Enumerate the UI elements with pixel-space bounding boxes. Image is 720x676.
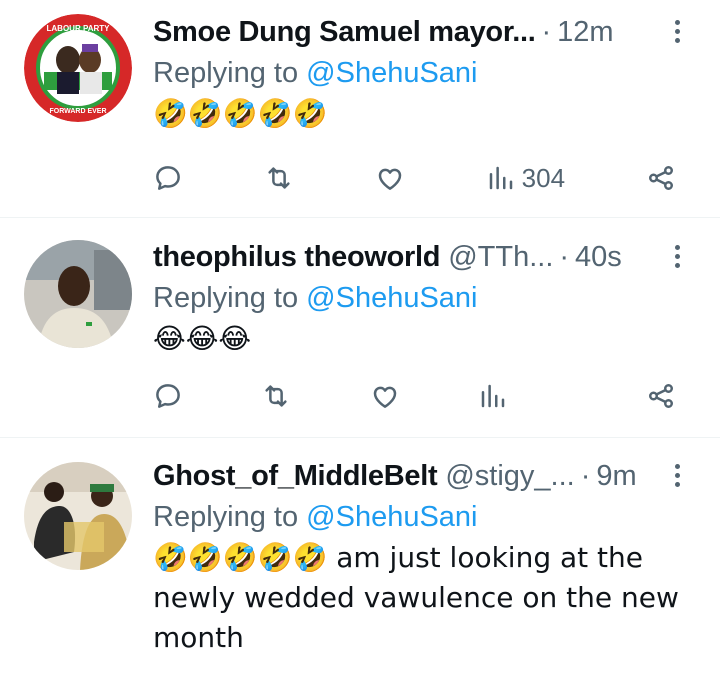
labour-party-logo-icon: LABOUR PARTY FORWARD EVER: [24, 14, 132, 122]
display-name[interactable]: Ghost_of_MiddleBelt: [153, 460, 438, 493]
heart-icon: [378, 168, 402, 190]
views-chart-icon: [489, 166, 512, 190]
action-bar: 304: [153, 158, 676, 198]
reply-content: Ghost_of_MiddleBelt @stigy_... · 9m Repl…: [153, 458, 692, 658]
heart-icon: [373, 386, 396, 408]
reply-button[interactable]: [153, 163, 183, 193]
reply-item[interactable]: LABOUR PARTY FORWARD EVER Smoe Dung Samu…: [0, 0, 720, 218]
share-icon: [648, 166, 673, 190]
mention-link[interactable]: @ShehuSani: [306, 501, 477, 533]
avatar[interactable]: [24, 240, 132, 348]
share-icon: [649, 384, 673, 408]
user-handle[interactable]: @TTh...: [448, 241, 553, 274]
reply-text: 😂😂😂: [153, 322, 252, 355]
views-chart-icon: [481, 384, 504, 408]
reply-text: 🤣🤣🤣🤣🤣: [153, 97, 328, 130]
comment-icon: [156, 384, 180, 408]
action-bar: [153, 376, 676, 416]
comment-icon: [156, 166, 180, 190]
avatar[interactable]: LABOUR PARTY FORWARD EVER: [24, 14, 132, 122]
reply-button[interactable]: [153, 381, 183, 411]
reply-header: Ghost_of_MiddleBelt @stigy_... · 9m: [153, 458, 692, 494]
separator-dot: ·: [541, 15, 552, 48]
reply-item[interactable]: Ghost_of_MiddleBelt @stigy_... · 9m Repl…: [0, 438, 720, 676]
mention-link[interactable]: @ShehuSani: [306, 57, 477, 89]
replying-to: Replying to @ShehuSani: [153, 498, 692, 536]
repost-button[interactable]: [261, 381, 291, 411]
timestamp[interactable]: 12m: [557, 16, 613, 49]
display-name[interactable]: theophilus theoworld: [153, 241, 441, 274]
logo-lettering: LABOUR PARTY: [47, 24, 111, 33]
like-button[interactable]: [370, 381, 400, 411]
reply-content: theophilus theoworld @TTh... · 40s Reply…: [153, 239, 692, 359]
timestamp[interactable]: 40s: [575, 241, 622, 274]
reply-content: Smoe Dung Samuel mayor... · 12m Replying…: [153, 14, 692, 134]
replying-to: Replying to @ShehuSani: [153, 54, 692, 92]
more-options-icon[interactable]: [662, 460, 692, 490]
timestamp[interactable]: 9m: [596, 460, 636, 493]
reply-header: theophilus theoworld @TTh... · 40s: [153, 239, 692, 275]
reply-item[interactable]: theophilus theoworld @TTh... · 40s Reply…: [0, 218, 720, 438]
views-count: 304: [521, 162, 566, 193]
repost-button[interactable]: [264, 163, 294, 193]
replying-to: Replying to @ShehuSani: [153, 279, 692, 317]
reply-header: Smoe Dung Samuel mayor... · 12m: [153, 14, 692, 50]
replying-label: Replying to: [153, 57, 307, 89]
logo-lettering: FORWARD EVER: [49, 108, 106, 115]
separator-dot: ·: [580, 459, 591, 492]
like-button[interactable]: [375, 163, 405, 193]
profile-photo-icon: [24, 462, 132, 570]
replying-label: Replying to: [153, 282, 307, 314]
reply-text: 🤣🤣🤣🤣🤣 am just looking at the newly wedde…: [153, 541, 679, 654]
avatar[interactable]: [24, 462, 132, 570]
more-options-icon[interactable]: [662, 241, 692, 271]
mention-link[interactable]: @ShehuSani: [306, 282, 477, 314]
separator-dot: ·: [559, 240, 570, 273]
views-button[interactable]: [478, 381, 568, 411]
profile-photo-icon: [24, 240, 132, 348]
repost-icon: [265, 385, 287, 407]
more-options-icon[interactable]: [662, 16, 692, 46]
share-button[interactable]: [646, 381, 676, 411]
share-button[interactable]: [646, 163, 676, 193]
display-name[interactable]: Smoe Dung Samuel mayor...: [153, 16, 536, 49]
repost-icon: [268, 167, 290, 189]
views-button[interactable]: 304: [486, 163, 565, 194]
user-handle[interactable]: @stigy_...: [445, 460, 574, 493]
replying-label: Replying to: [153, 501, 307, 533]
